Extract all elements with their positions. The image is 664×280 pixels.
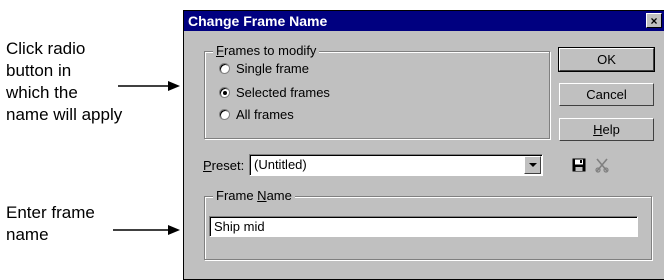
radio-single-frame[interactable]: Single frame bbox=[219, 61, 309, 77]
callout-line: Click radio bbox=[6, 39, 86, 58]
chevron-down-icon[interactable] bbox=[524, 156, 541, 174]
frames-group-legend: Frames to modify bbox=[213, 43, 320, 59]
preset-label: Preset: bbox=[203, 158, 245, 173]
radio-button[interactable] bbox=[219, 63, 230, 74]
preset-value: (Untitled) bbox=[254, 157, 307, 172]
radio-label: All frames bbox=[236, 107, 294, 122]
change-frame-name-dialog: Change Frame Name × Frames to modify Sin… bbox=[183, 10, 664, 280]
radio-label: Selected frames bbox=[236, 85, 330, 100]
radio-button[interactable] bbox=[219, 109, 230, 120]
dialog-title: Change Frame Name bbox=[188, 13, 328, 29]
frames-to-modify-group: Frames to modify Single frame Selected f… bbox=[204, 43, 550, 139]
arrow-to-radios bbox=[118, 81, 180, 91]
help-button[interactable]: Help bbox=[559, 118, 654, 141]
close-icon: × bbox=[650, 14, 658, 28]
frame-name-input[interactable] bbox=[209, 216, 638, 237]
save-icon[interactable] bbox=[572, 158, 586, 172]
radio-all-frames[interactable]: All frames bbox=[219, 107, 294, 123]
cancel-button[interactable]: Cancel bbox=[559, 83, 654, 106]
frame-name-legend: Frame Name bbox=[213, 188, 295, 204]
ok-button[interactable]: OK bbox=[558, 47, 655, 72]
callout-line: Enter frame bbox=[6, 203, 95, 222]
callout-line: name will apply bbox=[6, 105, 123, 124]
close-button[interactable]: × bbox=[646, 13, 662, 28]
arrow-to-name-field bbox=[113, 225, 180, 235]
delete-icon[interactable] bbox=[594, 157, 610, 173]
radio-button[interactable] bbox=[219, 87, 230, 98]
dialog-titlebar: Change Frame Name bbox=[184, 11, 664, 31]
callout-line: button in bbox=[6, 61, 72, 80]
preset-select[interactable]: (Untitled) bbox=[249, 154, 543, 176]
radio-selected-frames[interactable]: Selected frames bbox=[219, 85, 330, 101]
radio-label: Single frame bbox=[236, 61, 309, 76]
